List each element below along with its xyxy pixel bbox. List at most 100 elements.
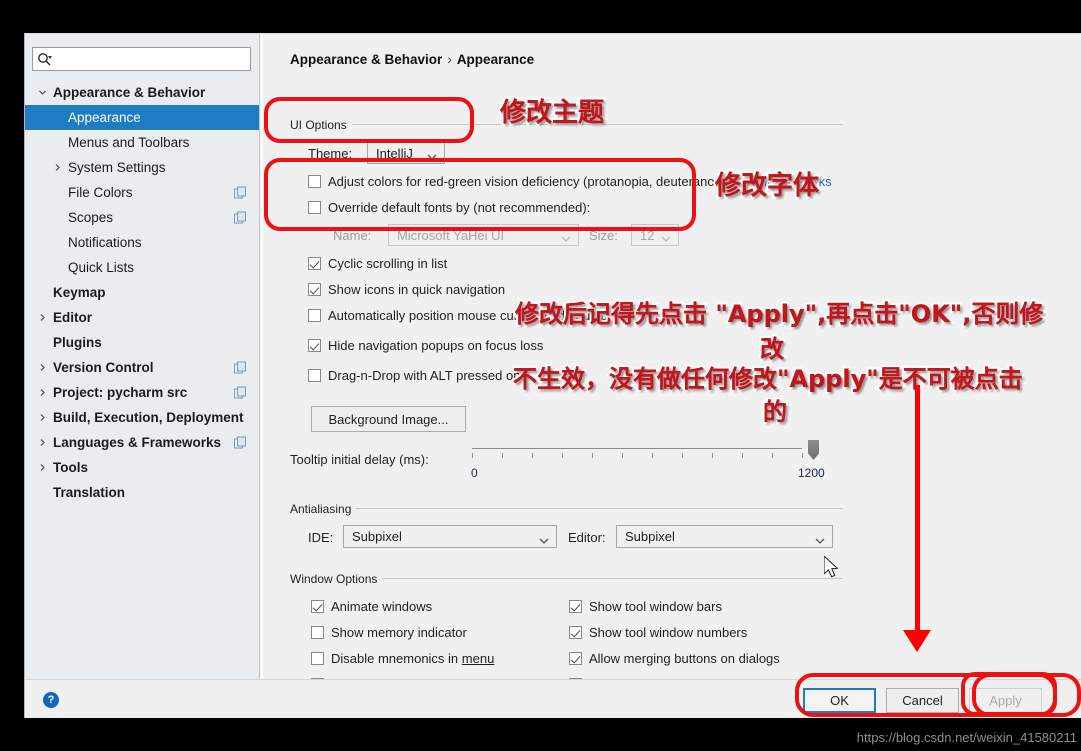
chevron-right-icon[interactable] xyxy=(38,388,53,397)
ide-antialiasing-select[interactable]: Subpixel xyxy=(343,525,557,548)
sidebar-item-notifications[interactable]: Notifications xyxy=(25,230,259,255)
sidebar-item-editor[interactable]: Editor xyxy=(25,305,259,330)
sidebar-item-label: Version Control xyxy=(53,360,154,375)
show-icons-quick-nav-checkbox[interactable]: Show icons in quick navigation xyxy=(308,282,505,297)
sidebar-item-label: Menus and Toolbars xyxy=(68,135,190,150)
sidebar-item-quick-lists[interactable]: Quick Lists xyxy=(25,255,259,280)
sidebar-item-label: Appearance & Behavior xyxy=(53,85,206,100)
checkbox-box xyxy=(308,283,321,296)
chevron-right-icon[interactable] xyxy=(38,463,53,472)
checkbox-box xyxy=(308,309,321,322)
background-image-button[interactable]: Background Image... xyxy=(311,406,466,432)
tooltip-slider-track[interactable] xyxy=(472,448,802,449)
sidebar-item-plugins[interactable]: Plugins xyxy=(25,330,259,355)
sidebar-item-project-pycharm-src[interactable]: Project: pycharm src xyxy=(25,380,259,405)
chevron-right-icon[interactable] xyxy=(38,413,53,422)
override-fonts-checkbox[interactable]: Override default fonts by (not recommend… xyxy=(308,200,590,215)
sidebar-item-file-colors[interactable]: File Colors xyxy=(25,180,259,205)
checkbox-box xyxy=(311,600,324,613)
show-memory-indicator-label: Show memory indicator xyxy=(331,625,467,640)
sidebar-item-system-settings[interactable]: System Settings xyxy=(25,155,259,180)
sidebar-item-label: File Colors xyxy=(68,185,133,200)
sidebar-item-languages-and-frameworks[interactable]: Languages & Frameworks xyxy=(25,430,259,455)
sidebar-item-appearance[interactable]: Appearance xyxy=(25,105,259,130)
disable-mnemonics-menu-checkbox[interactable]: Disable mnemonics in menu xyxy=(311,651,494,666)
breadcrumb-root[interactable]: Appearance & Behavior xyxy=(290,52,442,67)
animate-windows-label: Animate windows xyxy=(331,599,433,614)
help-icon[interactable]: ? xyxy=(43,692,59,708)
copy-settings-icon[interactable] xyxy=(234,211,247,224)
cancel-button[interactable]: Cancel xyxy=(886,688,959,713)
watermark-url: https://blog.csdn.net/weixin_41580211 xyxy=(856,730,1077,745)
annotation-apply-line4: 的 xyxy=(763,398,787,426)
drag-n-drop-alt-checkbox[interactable]: Drag-n-Drop with ALT pressed only xyxy=(308,368,530,383)
annotation-arrow-shaft xyxy=(915,385,920,633)
allow-merging-buttons-checkbox[interactable]: Allow merging buttons on dialogs xyxy=(569,651,780,666)
annotation-arrow-head xyxy=(903,630,931,652)
font-size-select[interactable]: 12 xyxy=(631,224,679,246)
font-name-select[interactable]: Microsoft YaHei UI xyxy=(388,224,579,246)
font-name-value: Microsoft YaHei UI xyxy=(397,227,505,243)
theme-select[interactable]: IntelliJ xyxy=(367,142,445,164)
allow-merging-buttons-label: Allow merging buttons on dialogs xyxy=(589,651,780,666)
editor-antialiasing-label: Editor: xyxy=(568,530,606,545)
copy-settings-icon[interactable] xyxy=(234,186,247,199)
settings-search-box[interactable] xyxy=(32,47,251,71)
chevron-right-icon[interactable] xyxy=(38,438,53,447)
sidebar-item-label: System Settings xyxy=(68,160,166,175)
show-tool-window-numbers-checkbox[interactable]: Show tool window numbers xyxy=(569,625,747,640)
sidebar-item-translation[interactable]: Translation xyxy=(25,480,259,505)
chevron-down-icon xyxy=(561,231,571,242)
sidebar-divider xyxy=(259,34,260,679)
editor-antialiasing-select[interactable]: Subpixel xyxy=(616,525,833,548)
cyclic-scrolling-checkbox[interactable]: Cyclic scrolling in list xyxy=(308,256,447,271)
sidebar-item-menus-and-toolbars[interactable]: Menus and Toolbars xyxy=(25,130,259,155)
sidebar-item-label: Translation xyxy=(53,485,126,500)
show-memory-indicator-checkbox[interactable]: Show memory indicator xyxy=(311,625,467,640)
sidebar-item-scopes[interactable]: Scopes xyxy=(25,205,259,230)
window-options-group-label: Window Options xyxy=(290,572,383,586)
checkbox-box xyxy=(308,369,321,382)
theme-label: Theme: xyxy=(308,146,353,161)
sidebar-item-label: Project: pycharm src xyxy=(53,385,188,400)
chevron-down-icon xyxy=(815,533,825,544)
show-tool-window-bars-label: Show tool window bars xyxy=(589,599,722,614)
sidebar-item-version-control[interactable]: Version Control xyxy=(25,355,259,380)
sidebar-item-appearance-and-behavior[interactable]: Appearance & Behavior xyxy=(25,80,259,105)
hide-nav-popups-checkbox[interactable]: Hide navigation popups on focus loss xyxy=(308,338,543,353)
animate-windows-checkbox[interactable]: Animate windows xyxy=(311,599,432,614)
sidebar-item-label: Scopes xyxy=(68,210,114,225)
copy-settings-icon[interactable] xyxy=(234,386,247,399)
copy-settings-icon[interactable] xyxy=(234,361,247,374)
sidebar-item-build-execution-deployment[interactable]: Build, Execution, Deployment xyxy=(25,405,259,430)
mouse-cursor xyxy=(823,555,840,585)
apply-button: Apply xyxy=(969,688,1042,713)
search-icon xyxy=(33,48,55,70)
cyclic-scrolling-label: Cyclic scrolling in list xyxy=(328,256,448,271)
ok-button[interactable]: OK xyxy=(803,688,876,713)
tooltip-delay-label: Tooltip initial delay (ms): xyxy=(290,452,429,467)
adjust-colors-checkbox[interactable]: Adjust colors for red-green vision defic… xyxy=(308,174,736,189)
tooltip-slider-thumb[interactable] xyxy=(808,440,819,460)
chevron-right-icon[interactable] xyxy=(38,363,53,372)
sidebar-item-tools[interactable]: Tools xyxy=(25,455,259,480)
font-size-value: 12 xyxy=(640,227,655,243)
annotation-theme-note: 修改主题 xyxy=(500,98,605,128)
copy-settings-icon[interactable] xyxy=(234,436,247,449)
search-input[interactable] xyxy=(55,49,235,69)
window-options-group-line xyxy=(378,578,843,579)
annotation-apply-line2: 改 xyxy=(760,335,784,363)
ide-antialiasing-value: Subpixel xyxy=(352,529,402,544)
chevron-right-icon[interactable] xyxy=(38,313,53,322)
override-fonts-label: Override default fonts by (not recommend… xyxy=(328,200,591,215)
checkbox-box xyxy=(308,257,321,270)
chevron-right-icon[interactable] xyxy=(53,163,68,172)
show-tool-window-bars-checkbox[interactable]: Show tool window bars xyxy=(569,599,722,614)
sidebar-item-keymap[interactable]: Keymap xyxy=(25,280,259,305)
annotation-apply-line3: 不生效，没有做任何修改"Apply"是不可被点击 xyxy=(513,365,1023,393)
tooltip-slider-ticks xyxy=(472,453,803,458)
font-name-label: Name: xyxy=(333,228,372,243)
annotation-font-note: 修改字体 xyxy=(715,171,820,201)
checkbox-box xyxy=(569,652,582,665)
chevron-down-icon[interactable] xyxy=(38,88,53,97)
